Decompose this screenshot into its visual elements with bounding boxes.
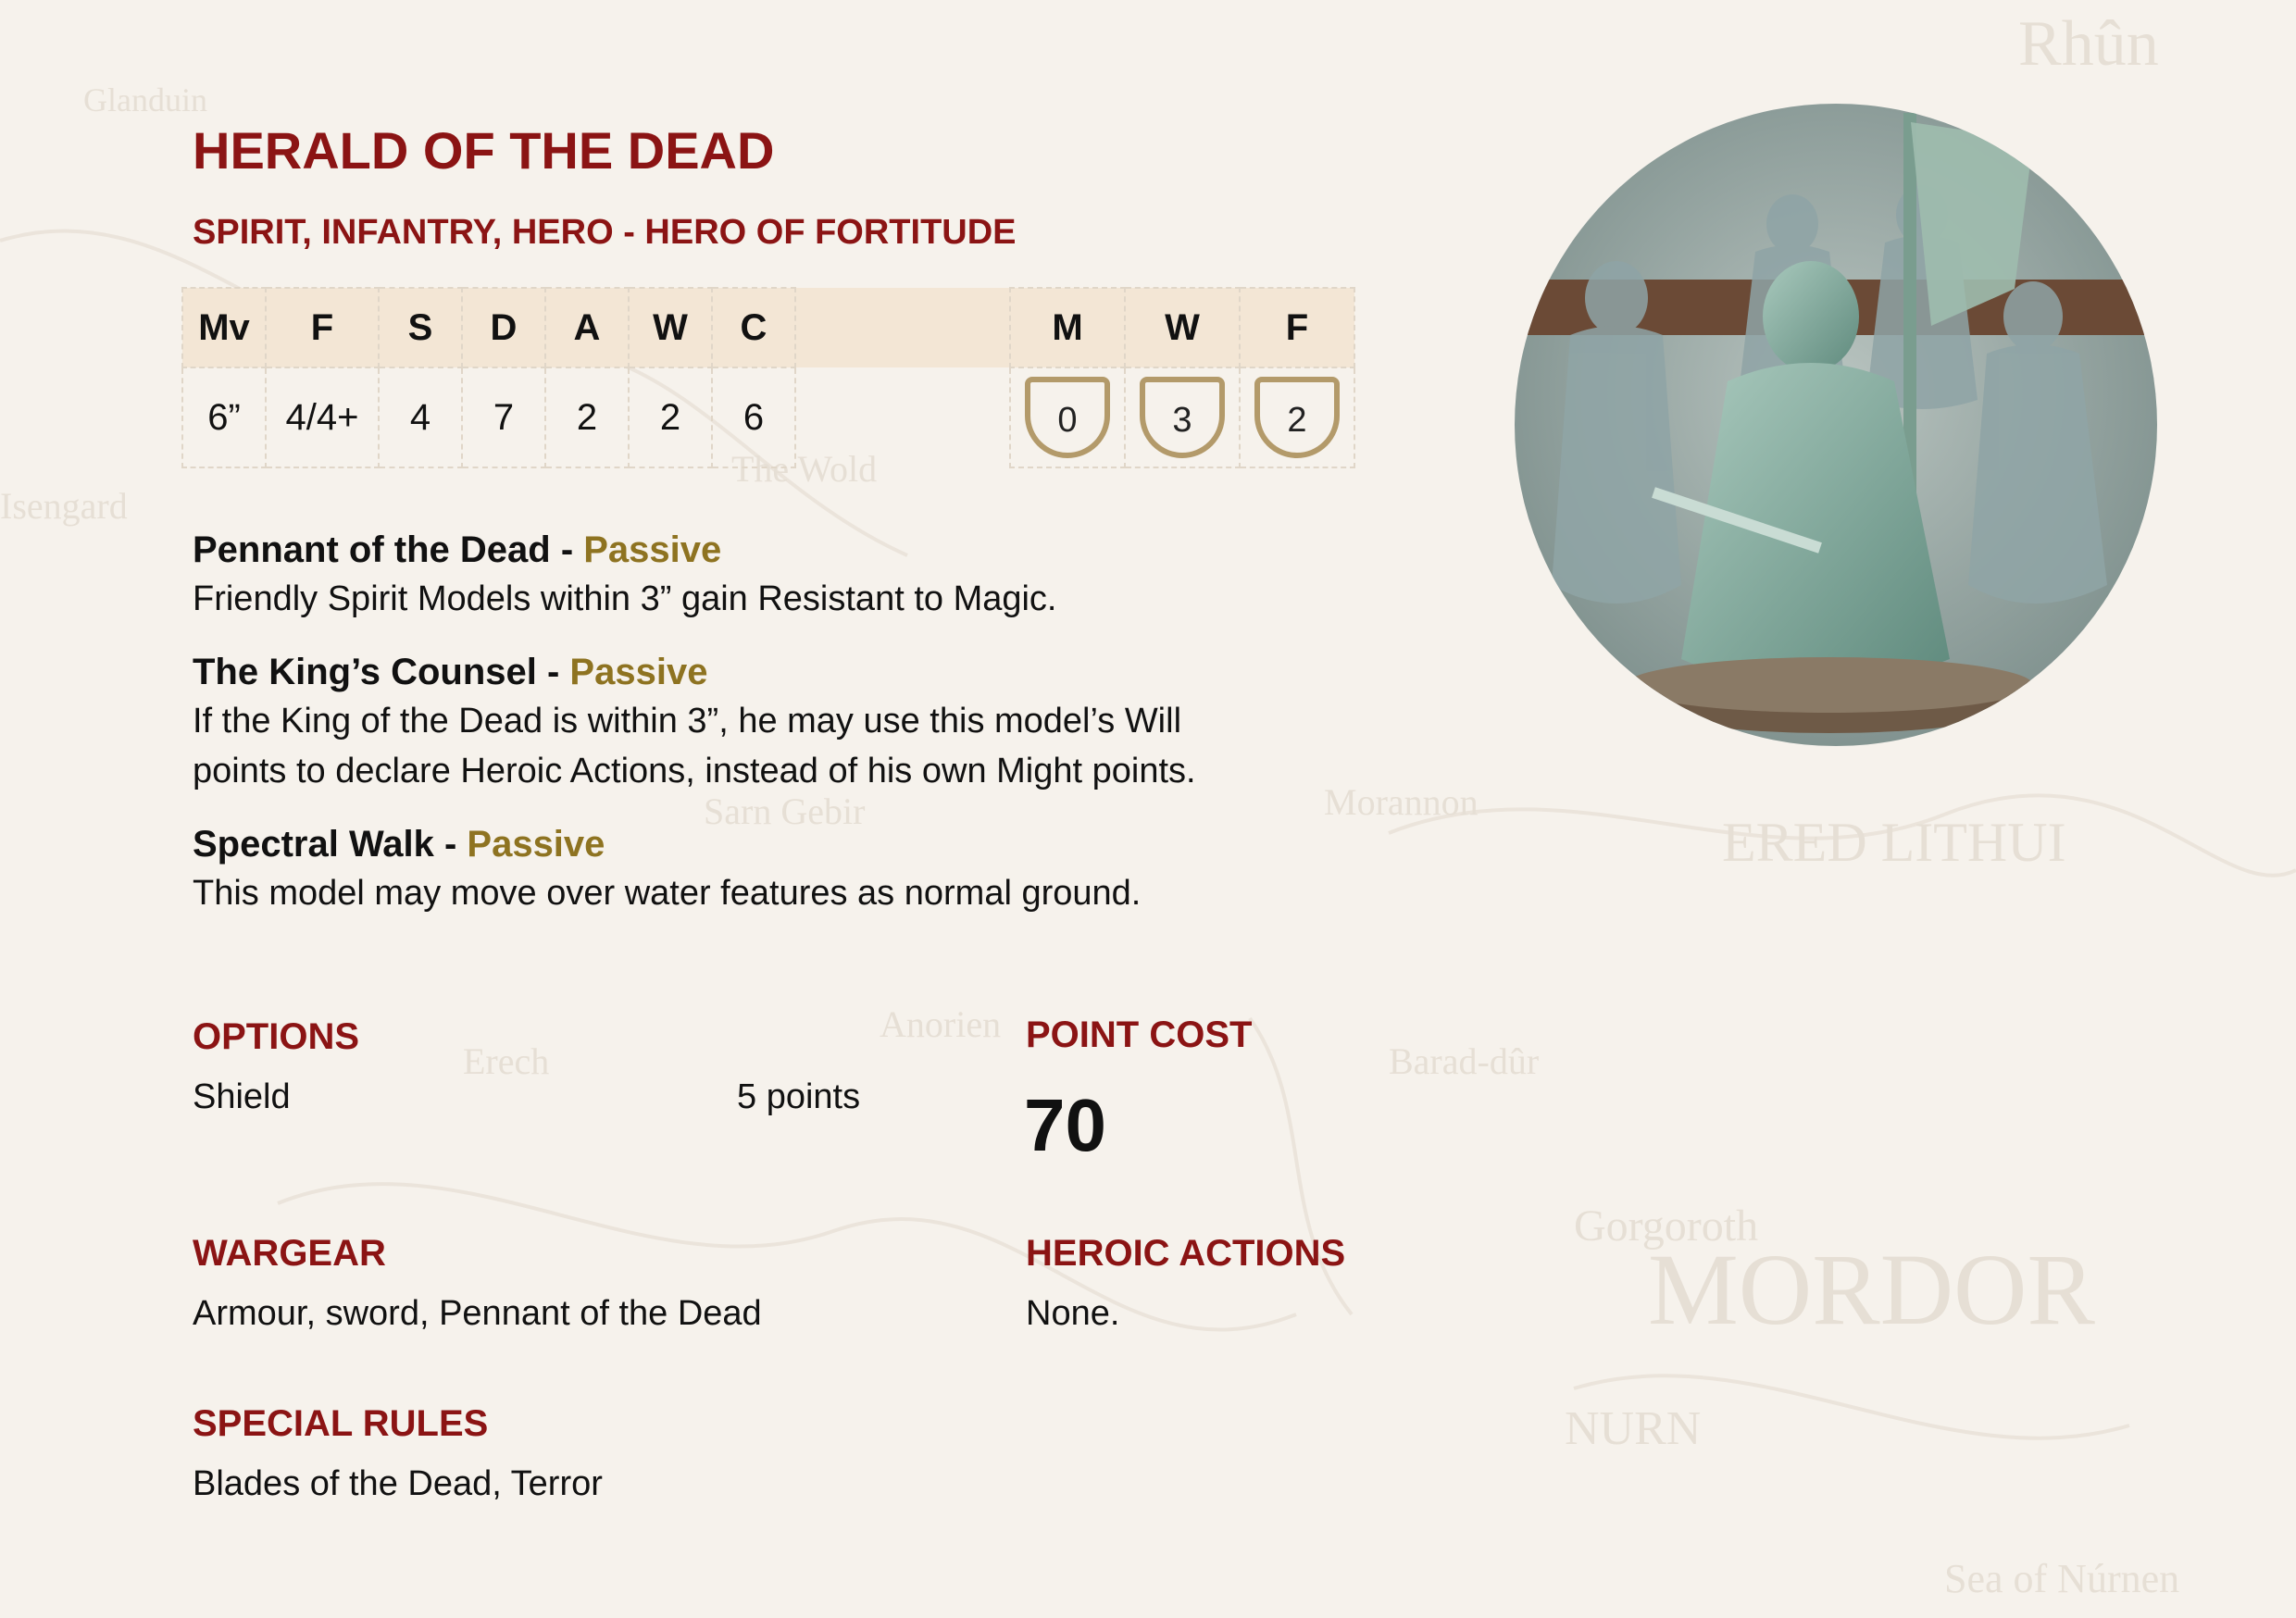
- stat-value: 4/4+: [265, 367, 380, 468]
- point-cost-heading: POINT COST: [1026, 1014, 1253, 1055]
- stat-table: Mv F S D A W C 6” 4/4+ 4 7 2 2 6: [181, 287, 1020, 468]
- ability-name: The King’s Counsel: [193, 652, 537, 692]
- hero-stat-header: W: [1124, 287, 1241, 368]
- special-rules-text: Blades of the Dead, Terror: [193, 1464, 603, 1503]
- ability-separator: -: [536, 652, 570, 692]
- ability-heading: Spectral Walk - Passive: [193, 820, 1396, 868]
- stat-header: D: [461, 287, 546, 368]
- special-abilities: Pennant of the Dead - Passive Friendly S…: [193, 526, 1396, 942]
- stat-value-spacer: [795, 367, 1019, 467]
- hero-stat-cell: 3: [1124, 367, 1241, 468]
- heroic-actions-text: None.: [1026, 1294, 1120, 1333]
- stat-header-spacer: [795, 288, 1019, 367]
- ability-text: If the King of the Dead is within 3”, he…: [193, 702, 1182, 741]
- unit-keywords: SPIRIT, INFANTRY, HERO - HERO OF FORTITU…: [193, 213, 1017, 252]
- stat-header: Mv: [181, 287, 267, 368]
- stat-value-row: 6” 4/4+ 4 7 2 2 6: [181, 367, 1019, 468]
- option-cost: 5 points: [737, 1077, 861, 1116]
- special-rules-heading: SPECIAL RULES: [193, 1403, 489, 1444]
- stat-header: S: [378, 287, 463, 368]
- stat-header-row: Mv F S D A W C: [181, 287, 1019, 368]
- ability-text: Friendly Spirit Models within 3” gain Re…: [193, 579, 1057, 618]
- unit-name: HERALD OF THE DEAD: [193, 121, 775, 180]
- wargear-heading: WARGEAR: [193, 1233, 386, 1274]
- hero-stat-value-row: 0 3 2: [1009, 367, 1355, 468]
- stat-value: 4: [378, 367, 463, 468]
- stat-header: F: [265, 287, 380, 368]
- ability-type: Passive: [569, 652, 708, 692]
- stat-value: 2: [628, 367, 713, 468]
- wargear-text: Armour, sword, Pennant of the Dead: [193, 1294, 762, 1333]
- ability-name: Pennant of the Dead: [193, 529, 551, 570]
- hero-stat-header: F: [1239, 287, 1355, 368]
- ability-kings-counsel: The King’s Counsel - Passive If the King…: [193, 648, 1396, 796]
- ability-type: Passive: [583, 529, 722, 570]
- ability-type: Passive: [467, 824, 605, 865]
- ability-text: points to declare Heroic Actions, instea…: [193, 752, 1196, 790]
- point-cost-value: 70: [1024, 1084, 1106, 1166]
- ability-spectral-walk: Spectral Walk - Passive This model may m…: [193, 820, 1396, 918]
- shield-badge-icon: 3: [1140, 377, 1225, 458]
- ability-name: Spectral Walk: [193, 824, 434, 865]
- options-heading: OPTIONS: [193, 1016, 360, 1057]
- hero-stat-header-row: M W F: [1009, 287, 1355, 368]
- hero-stat-table: M W F 0 3 2: [1009, 287, 1355, 468]
- hero-stat-cell: 0: [1009, 367, 1126, 468]
- stat-header: W: [628, 287, 713, 368]
- shield-badge-icon: 2: [1254, 377, 1340, 458]
- ability-separator: -: [433, 824, 468, 865]
- ability-heading: The King’s Counsel - Passive: [193, 648, 1396, 696]
- ability-separator: -: [550, 529, 584, 570]
- stat-header: A: [544, 287, 630, 368]
- stat-value: 6: [711, 367, 796, 468]
- option-name: Shield: [193, 1077, 291, 1116]
- ability-pennant-of-the-dead: Pennant of the Dead - Passive Friendly S…: [193, 526, 1396, 624]
- shield-badge-icon: 0: [1025, 377, 1110, 458]
- ability-heading: Pennant of the Dead - Passive: [193, 526, 1396, 574]
- hero-stat-header: M: [1009, 287, 1126, 368]
- stat-value: 6”: [181, 367, 267, 468]
- miniature-portrait-image: [1515, 104, 2157, 746]
- hero-stat-cell: 2: [1239, 367, 1355, 468]
- stat-header: C: [711, 287, 796, 368]
- stat-value: 7: [461, 367, 546, 468]
- stat-value: 2: [544, 367, 630, 468]
- heroic-actions-heading: HEROIC ACTIONS: [1026, 1233, 1346, 1274]
- ability-text: This model may move over water features …: [193, 874, 1142, 913]
